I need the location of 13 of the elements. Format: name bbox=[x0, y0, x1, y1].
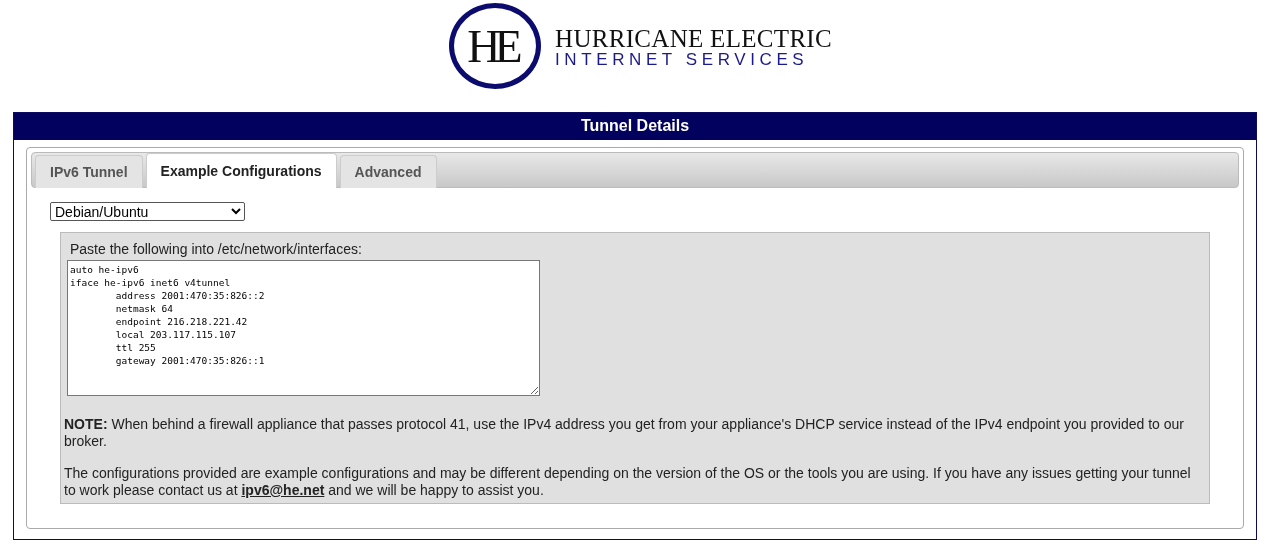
logo-mark: HE bbox=[449, 3, 542, 89]
tab[interactable]: Example Configurations bbox=[145, 153, 337, 188]
contact-text: The configurations provided are example configurations and may be different depending on the version of the OS or the tools you are using. If you have any issues getting your tunnel to work please contact us at ipv6@he.net and we will be happy to assist you. bbox=[64, 465, 1192, 499]
panel-title: Tunnel Details bbox=[14, 113, 1256, 140]
config-textarea[interactable]: auto he-ipv6 iface he-ipv6 inet6 v4tunnel address 2001:470:35:826::2 netmask 64 endpoint 216.218.221.42 local 203.117.115.107 ttl 255 gateway 2001:470:35:826::1 bbox=[67, 260, 540, 396]
company-tagline: INTERNET SERVICES bbox=[555, 51, 810, 69]
email-link[interactable]: ipv6@he.net bbox=[241, 482, 325, 498]
instruction-text: Paste the following into /etc/network/interfaces: bbox=[70, 241, 363, 257]
os-dropdown[interactable]: Debian/Ubuntu bbox=[50, 202, 245, 221]
note-text: NOTE: When behind a firewall appliance that passes protocol 41, use the IPv4 address you get from your appliance's DHCP service instead of the IPv4 endpoint you provided to our broker. bbox=[64, 416, 1185, 450]
tab[interactable]: Advanced bbox=[339, 155, 437, 188]
company-name: HURRICANE ELECTRIC bbox=[555, 27, 832, 51]
tab[interactable]: IPv6 Tunnel bbox=[35, 155, 143, 188]
